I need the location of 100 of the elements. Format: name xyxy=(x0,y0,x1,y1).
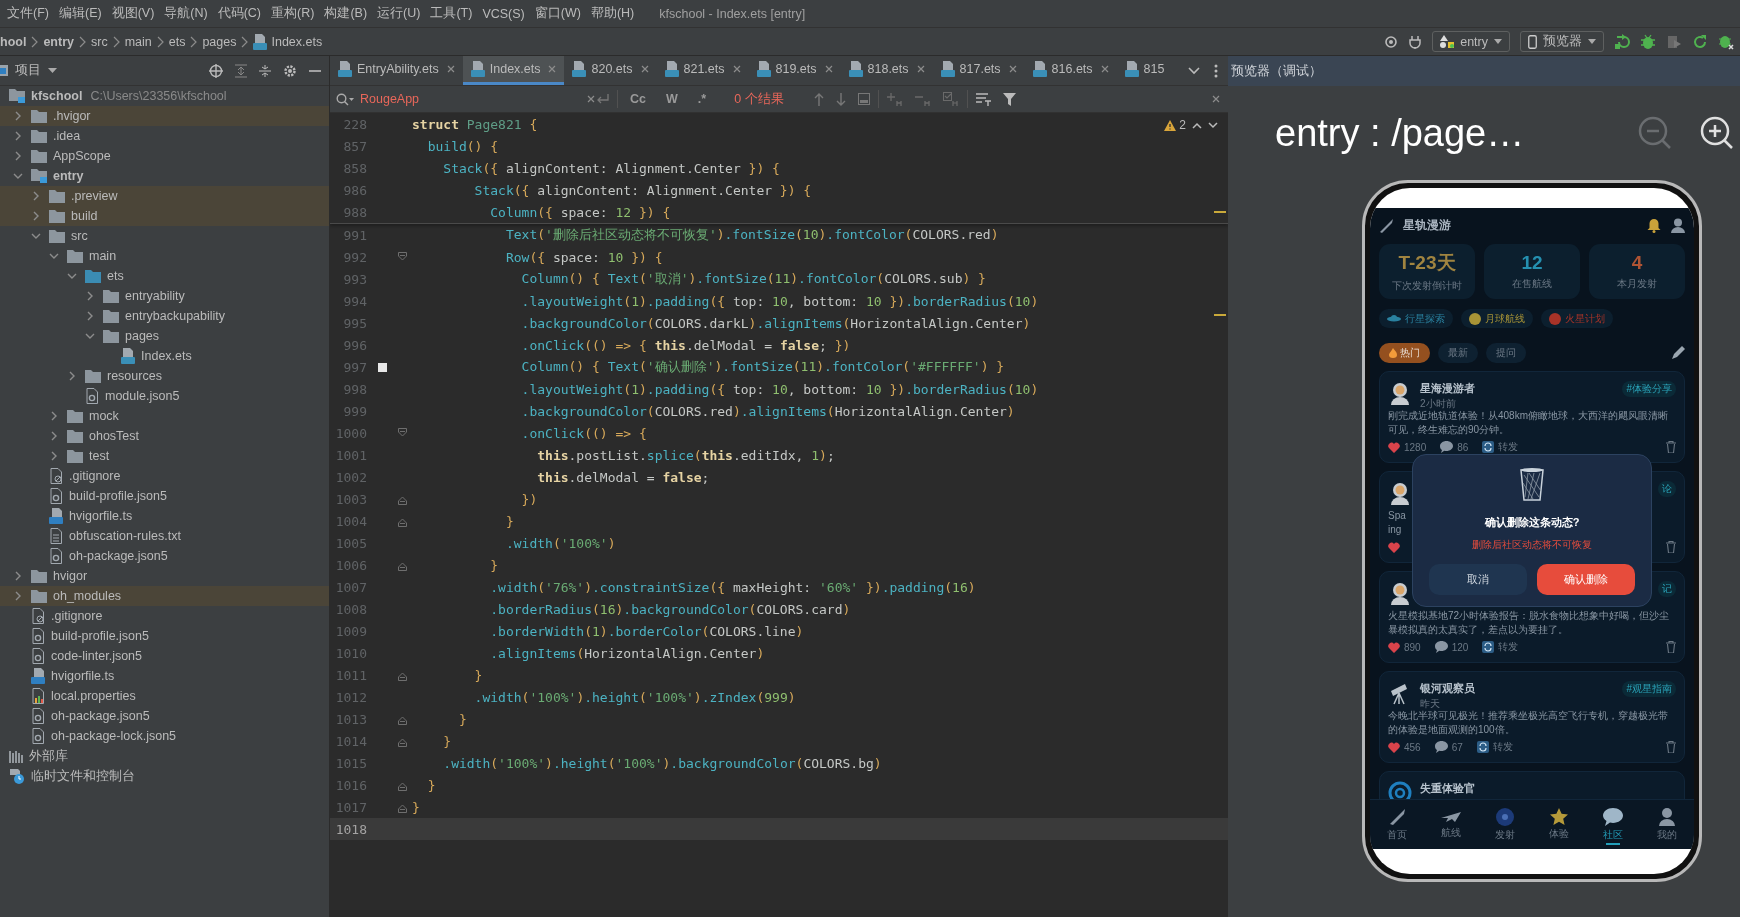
breadcrumb-item[interactable]: src xyxy=(90,34,108,49)
tree-item[interactable]: entrybackupability xyxy=(0,306,329,326)
gear-icon[interactable] xyxy=(283,63,297,78)
inspection-widget[interactable]: 2 xyxy=(1164,115,1218,135)
tree-item[interactable]: entry xyxy=(0,166,329,186)
chevron-right-icon[interactable] xyxy=(67,371,77,381)
close-tab-icon[interactable] xyxy=(1008,65,1017,73)
select-occurrences-icon[interactable] xyxy=(942,92,959,106)
tree-item[interactable]: code-linter.json5 xyxy=(0,646,329,666)
menu-item[interactable]: 构建(B) xyxy=(319,5,373,22)
chevron-right-icon[interactable] xyxy=(85,291,95,301)
search-option-toggle[interactable]: W xyxy=(662,91,682,107)
nav-item[interactable]: 航线 xyxy=(1424,800,1478,849)
trash-icon[interactable] xyxy=(1666,541,1676,553)
tree-item[interactable]: module.json5 xyxy=(0,386,329,406)
editor-tab[interactable]: EntryAbility.ets xyxy=(330,56,463,85)
editor-tab[interactable]: 815 xyxy=(1116,56,1173,85)
trash-icon[interactable] xyxy=(1666,641,1676,653)
tree-item[interactable]: ohosTest xyxy=(0,426,329,446)
cancel-button[interactable]: 取消 xyxy=(1429,564,1527,595)
chevron-right-icon[interactable] xyxy=(85,311,95,321)
editor-tab[interactable]: 821.ets xyxy=(656,56,749,85)
tree-item[interactable]: .gitignore xyxy=(0,606,329,626)
plug-icon[interactable] xyxy=(1408,34,1423,49)
menu-item[interactable]: 代码(C) xyxy=(212,5,267,22)
tree-item[interactable]: hvigorfile.ts xyxy=(0,666,329,686)
add-selection-icon[interactable] xyxy=(886,92,903,106)
expand-all-icon[interactable] xyxy=(235,63,247,78)
nav-item[interactable]: 体验 xyxy=(1532,800,1586,849)
tree-item[interactable]: hvigorfile.ts xyxy=(0,506,329,526)
tree-item[interactable]: resources xyxy=(0,366,329,386)
bell-icon[interactable] xyxy=(1647,218,1661,233)
editor-tab[interactable]: 817.ets xyxy=(932,56,1025,85)
fold-icon[interactable] xyxy=(398,251,407,263)
chevron-right-icon[interactable] xyxy=(31,191,41,201)
editor-tab[interactable]: 820.ets xyxy=(564,56,657,85)
tree-item[interactable]: entryability xyxy=(0,286,329,306)
menu-item[interactable]: 导航(N) xyxy=(159,5,213,22)
tree-item[interactable]: kfschool C:\Users\23356\kfschool xyxy=(0,86,329,106)
close-tab-icon[interactable] xyxy=(548,65,557,73)
clear-search-icon[interactable] xyxy=(587,95,595,103)
tree-item[interactable]: 外部库 xyxy=(0,746,329,766)
feed-tab[interactable]: 最新 xyxy=(1438,343,1478,363)
search-option-toggle[interactable]: Cc xyxy=(626,91,650,107)
breadcrumb-item[interactable]: hool xyxy=(0,34,27,49)
debug-icon[interactable] xyxy=(1640,33,1656,50)
tree-item[interactable]: build xyxy=(0,206,329,226)
nav-item[interactable]: 我的 xyxy=(1640,800,1694,849)
tree-item[interactable]: local.properties xyxy=(0,686,329,706)
tree-item[interactable]: mock xyxy=(0,406,329,426)
feed-tab[interactable]: 提问 xyxy=(1486,343,1526,363)
breadcrumb-item[interactable]: main xyxy=(124,34,152,49)
close-tab-icon[interactable] xyxy=(446,65,455,73)
tree-item[interactable]: pages xyxy=(0,326,329,346)
editor-tab[interactable]: 816.ets xyxy=(1024,56,1117,85)
fold-icon[interactable] xyxy=(398,427,407,439)
filter-lines-icon[interactable] xyxy=(975,92,991,106)
bookmark-icon[interactable] xyxy=(377,362,387,372)
tree-item[interactable]: .gitignore xyxy=(0,466,329,486)
chevron-right-icon[interactable] xyxy=(13,571,23,581)
search-field[interactable]: RougeApp xyxy=(330,86,595,112)
attach-debugger-icon[interactable] xyxy=(1718,33,1734,50)
search-option-toggle[interactable]: .* xyxy=(693,91,711,107)
menu-item[interactable]: 编辑(E) xyxy=(53,5,107,22)
tree-item[interactable]: AppScope xyxy=(0,146,329,166)
heart-icon[interactable] xyxy=(1388,441,1400,453)
chevron-down-icon[interactable] xyxy=(85,331,95,341)
chevron-down-icon[interactable] xyxy=(49,251,59,261)
chevron-down-icon[interactable] xyxy=(1188,66,1200,75)
more-icon[interactable] xyxy=(1214,63,1218,78)
feed-tab[interactable]: 热门 xyxy=(1379,343,1430,363)
nav-item[interactable]: 首页 xyxy=(1370,800,1424,849)
zoom-in-icon[interactable] xyxy=(1700,116,1734,150)
chevron-right-icon[interactable] xyxy=(13,131,23,141)
collapse-all-icon[interactable] xyxy=(259,63,271,78)
delete-button[interactable]: 确认删除 xyxy=(1537,564,1635,595)
chevron-down-icon[interactable] xyxy=(67,271,77,281)
heart-icon[interactable] xyxy=(1388,541,1400,553)
tree-item[interactable]: 临时文件和控制台 xyxy=(0,766,329,786)
comment-icon[interactable] xyxy=(1440,441,1454,453)
category-chip[interactable]: 月球航线 xyxy=(1461,309,1533,328)
select-all-icon[interactable] xyxy=(857,93,870,105)
chevron-up-icon[interactable] xyxy=(1192,121,1202,129)
repost-icon[interactable] xyxy=(1476,741,1489,753)
chevron-right-icon[interactable] xyxy=(49,411,59,421)
editor-tab[interactable]: Index.ets xyxy=(462,56,565,85)
breadcrumb-item[interactable]: Index.ets xyxy=(253,33,323,50)
newline-icon[interactable] xyxy=(595,93,609,105)
run-icon[interactable] xyxy=(1614,33,1630,50)
tree-item[interactable]: obfuscation-rules.txt xyxy=(0,526,329,546)
tree-item[interactable]: oh-package-lock.json5 xyxy=(0,726,329,746)
tree-item[interactable]: Index.ets xyxy=(0,346,329,366)
comment-icon[interactable] xyxy=(1434,741,1448,753)
close-tab-icon[interactable] xyxy=(640,65,649,73)
chevron-right-icon[interactable] xyxy=(31,211,41,221)
tree-item[interactable]: .idea xyxy=(0,126,329,146)
breadcrumb-item[interactable]: ets xyxy=(168,34,186,49)
menu-item[interactable]: 工具(T) xyxy=(425,5,478,22)
previous-match-icon[interactable] xyxy=(813,92,824,106)
user-icon[interactable] xyxy=(1671,218,1685,233)
